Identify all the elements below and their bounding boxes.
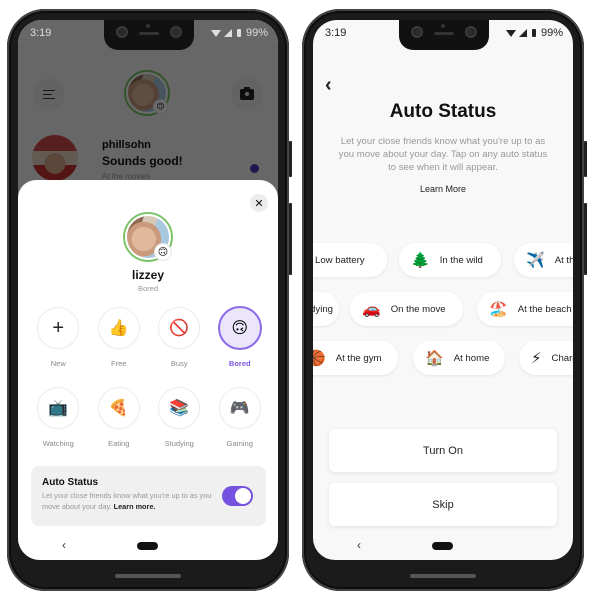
car-icon: 🚗	[362, 301, 381, 318]
auto-status-card: Auto Status Let your close friends know …	[31, 466, 266, 526]
airplane-icon: ✈️	[526, 252, 545, 269]
signal-icon	[223, 29, 232, 37]
speaker-grille	[410, 574, 476, 578]
pizza-icon: 🍕	[98, 388, 139, 428]
house-icon: 🏠	[425, 350, 444, 367]
clock: 3:19	[30, 27, 52, 39]
power-button	[289, 141, 292, 177]
tv-icon: 📺	[38, 388, 79, 428]
battery-level: 99%	[245, 27, 268, 39]
nav-bar: ‹	[18, 532, 278, 560]
books-icon: 📚	[159, 388, 200, 428]
chip-partial[interactable]: Studying	[313, 292, 339, 326]
chip-on-the-move[interactable]: 🚗 On the move	[350, 292, 463, 326]
thumbs-up-icon: 👍	[98, 308, 139, 348]
close-icon: ✕	[254, 197, 264, 210]
chip-label: Charging	[551, 352, 573, 364]
status-sheet: ✕ 🙃 lizzey Bored + New 👍 Free 🚫 Busy 🙃 B…	[18, 180, 278, 560]
speaker-grille	[115, 574, 181, 578]
volume-button	[584, 203, 587, 275]
turn-on-button[interactable]: Turn On	[329, 429, 557, 472]
status-label: Free	[111, 359, 127, 368]
chip-charging[interactable]: ⚡ Charging	[519, 341, 573, 375]
learn-more-link[interactable]: Learn more.	[114, 502, 156, 511]
status-option-free[interactable]: 👍 Free	[89, 308, 150, 368]
phone-right: 3:19 99% ‹ Auto Status Let your close fr…	[302, 9, 587, 591]
status-label: Studying	[164, 439, 194, 448]
wifi-icon	[210, 29, 221, 37]
chip-row-3: 🏀 At the gym 🏠 At home ⚡ Charging	[313, 341, 573, 377]
chip-label: At the beach	[517, 303, 572, 315]
battery-icon	[531, 29, 536, 37]
status-option-eating[interactable]: 🍕 Eating	[89, 388, 150, 448]
camera-notch	[104, 20, 194, 50]
chip-row-2: Studying 🚗 On the move 🏖️ At the beach	[313, 292, 573, 328]
auto-status-toggle[interactable]	[222, 486, 253, 506]
chip-label: In the wild	[439, 254, 483, 266]
status-grid-row-2: 📺 Watching 🍕 Eating 📚 Studying 🎮 Gaming	[28, 388, 270, 448]
battery-level: 99%	[540, 27, 563, 39]
tree-icon: 🌲	[411, 252, 430, 269]
close-button[interactable]: ✕	[250, 194, 268, 212]
page-title: Auto Status	[389, 101, 497, 122]
chip-low-battery[interactable]: Low battery	[313, 243, 387, 277]
status-option-bored[interactable]: 🙃 Bored	[210, 308, 271, 368]
nav-bar: ‹	[313, 532, 573, 560]
beach-umbrella-icon: 🏖️	[489, 301, 508, 318]
status-label: Bored	[228, 359, 251, 368]
user-name: lizzey	[131, 268, 164, 282]
status-option-busy[interactable]: 🚫 Busy	[149, 308, 210, 368]
nav-home-button[interactable]	[137, 542, 158, 550]
chip-at-home[interactable]: 🏠 At home	[413, 341, 505, 375]
status-option-gaming[interactable]: 🎮 Gaming	[210, 388, 271, 448]
chip-label: Low battery	[315, 254, 365, 266]
volume-button	[289, 203, 292, 275]
no-entry-icon: 🚫	[159, 308, 200, 348]
status-label: Gaming	[226, 439, 253, 448]
chip-label: Studying	[313, 303, 333, 315]
learn-more-link[interactable]: Learn More	[313, 184, 573, 194]
battery-icon	[236, 29, 241, 37]
camera-notch	[399, 20, 489, 50]
auto-status-title: Auto Status	[42, 477, 99, 488]
status-option-new[interactable]: + New	[28, 308, 89, 368]
back-button[interactable]: ‹	[325, 74, 332, 97]
screen-status-sheet: 🙃 phillsohn Sounds good! At the movies 3…	[18, 20, 278, 560]
upside-down-face-icon: 🙃	[219, 308, 260, 348]
nav-back-button[interactable]: ‹	[357, 538, 361, 552]
chip-at-the-gym[interactable]: 🏀 At the gym	[313, 341, 398, 375]
nav-home-button[interactable]	[432, 542, 453, 550]
status-emoji-badge: 🙃	[155, 244, 171, 260]
status-label: New	[50, 359, 66, 368]
power-button	[584, 141, 587, 177]
chip-in-the-wild[interactable]: 🌲 In the wild	[399, 243, 501, 277]
status-label: Eating	[108, 439, 130, 448]
chip-at-the-beach[interactable]: 🏖️ At the beach	[477, 292, 573, 326]
chip-row-1: Low battery 🌲 In the wild ✈️ At the airp…	[313, 243, 573, 279]
lightning-icon: ⚡	[531, 350, 542, 367]
phone-left: 🙃 phillsohn Sounds good! At the movies 3…	[7, 9, 292, 591]
status-label: Busy	[170, 359, 188, 368]
wifi-icon	[505, 29, 516, 37]
gamepad-icon: 🎮	[219, 388, 260, 428]
chip-at-the-airport[interactable]: ✈️ At the airport	[514, 243, 573, 277]
chip-label: On the move	[390, 303, 446, 315]
status-label: Watching	[42, 439, 74, 448]
chip-label: At the airport	[554, 254, 573, 266]
auto-status-description: Let your close friends know what you're …	[42, 491, 212, 512]
clock: 3:19	[325, 27, 347, 39]
status-option-studying[interactable]: 📚 Studying	[149, 388, 210, 448]
status-option-watching[interactable]: 📺 Watching	[28, 388, 89, 448]
nav-back-button[interactable]: ‹	[62, 538, 66, 552]
signal-icon	[518, 29, 527, 37]
chip-label: At home	[453, 352, 490, 364]
page-description: Let your close friends know what you're …	[338, 136, 548, 173]
status-grid-row-1: + New 👍 Free 🚫 Busy 🙃 Bored	[28, 308, 270, 368]
user-status: Bored	[137, 284, 158, 293]
skip-button[interactable]: Skip	[329, 483, 557, 526]
chip-label: At the gym	[335, 352, 382, 364]
screen-auto-status: 3:19 99% ‹ Auto Status Let your close fr…	[313, 20, 573, 560]
plus-icon: +	[38, 308, 79, 348]
ball-icon: 🏀	[313, 350, 326, 367]
